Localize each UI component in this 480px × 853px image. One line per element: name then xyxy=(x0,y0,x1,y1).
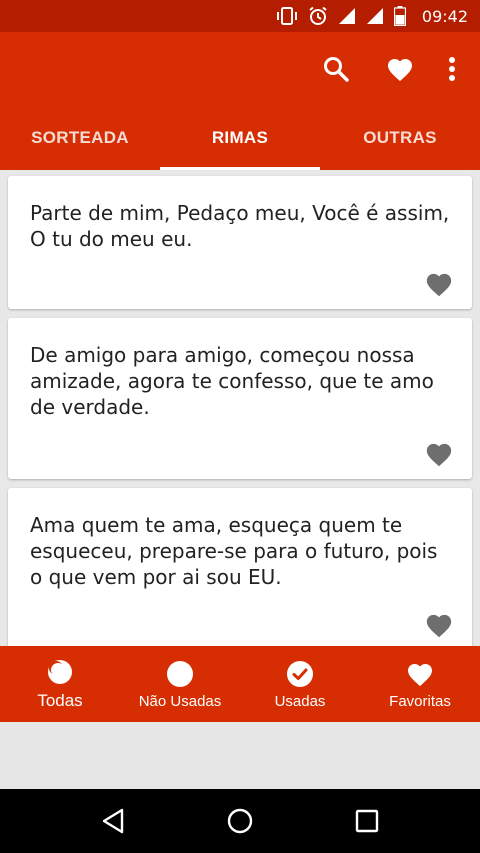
heart-icon xyxy=(406,659,434,689)
circle-icon xyxy=(166,659,194,689)
alarm-icon xyxy=(309,6,327,25)
heart-icon[interactable] xyxy=(424,612,454,638)
search-icon xyxy=(324,57,349,82)
nav-todas[interactable]: Todas xyxy=(0,646,120,722)
heart-icon xyxy=(387,58,413,82)
phrase-text: Ama quem te ama, esqueça quem te esquece… xyxy=(30,513,438,589)
search-button[interactable] xyxy=(304,32,368,106)
home-circle-icon xyxy=(227,808,253,834)
tab-label: SORTEADA xyxy=(31,128,129,147)
nav-label: Todas xyxy=(37,691,83,710)
nav-label: Não Usadas xyxy=(138,692,222,710)
phrase-text: Parte de mim, Pedaço meu, Você é assim, … xyxy=(30,201,450,251)
back-triangle-icon xyxy=(103,808,124,834)
nav-nao-usadas[interactable]: Não Usadas xyxy=(120,646,240,722)
toolbar-actions xyxy=(304,32,480,106)
tab-outras[interactable]: OUTRAS xyxy=(320,106,480,170)
battery-icon xyxy=(393,6,406,26)
heart-icon[interactable] xyxy=(424,441,454,467)
phrase-card[interactable]: Ama quem te ama, esqueça quem te esquece… xyxy=(8,488,472,646)
check-circle-icon xyxy=(286,659,314,689)
nav-usadas[interactable]: Usadas xyxy=(240,646,360,722)
signal-icon-2 xyxy=(366,8,383,24)
tab-label: OUTRAS xyxy=(363,128,437,147)
phrase-card[interactable]: De amigo para amigo, começou nossa amiza… xyxy=(8,318,472,479)
status-bar: 09:42 xyxy=(0,0,480,32)
tab-sorteada[interactable]: SORTEADA xyxy=(0,106,160,170)
phrase-list[interactable]: Parte de mim, Pedaço meu, Você é assim, … xyxy=(0,170,480,646)
status-time: 09:42 xyxy=(421,6,468,26)
more-options-button[interactable] xyxy=(432,32,472,106)
nav-favoritas[interactable]: Favoritas xyxy=(360,646,480,722)
recents-square-icon xyxy=(355,809,378,833)
tab-label: RIMAS xyxy=(211,128,269,147)
nav-label: Favoritas xyxy=(389,692,451,710)
vibrate-icon xyxy=(276,7,297,25)
moon-circle-icon xyxy=(46,657,74,687)
more-vert-icon xyxy=(449,57,455,81)
app-bar: SORTEADA RIMAS OUTRAS xyxy=(0,32,480,170)
home-button[interactable] xyxy=(215,796,265,846)
phrase-text: De amigo para amigo, começou nossa amiza… xyxy=(30,343,434,419)
tab-bar: SORTEADA RIMAS OUTRAS xyxy=(0,106,480,170)
back-button[interactable] xyxy=(88,796,138,846)
empty-area xyxy=(0,722,480,789)
favorites-button[interactable] xyxy=(368,32,432,106)
bottom-navigation: Todas Não Usadas Usadas Favoritas xyxy=(0,646,480,722)
system-navigation-bar xyxy=(0,789,480,853)
signal-icon xyxy=(338,8,355,24)
nav-label: Usadas xyxy=(274,692,326,710)
tab-rimas[interactable]: RIMAS xyxy=(160,106,320,170)
recents-button[interactable] xyxy=(342,796,392,846)
phrase-card[interactable]: Parte de mim, Pedaço meu, Você é assim, … xyxy=(8,176,472,309)
heart-icon[interactable] xyxy=(424,271,454,297)
